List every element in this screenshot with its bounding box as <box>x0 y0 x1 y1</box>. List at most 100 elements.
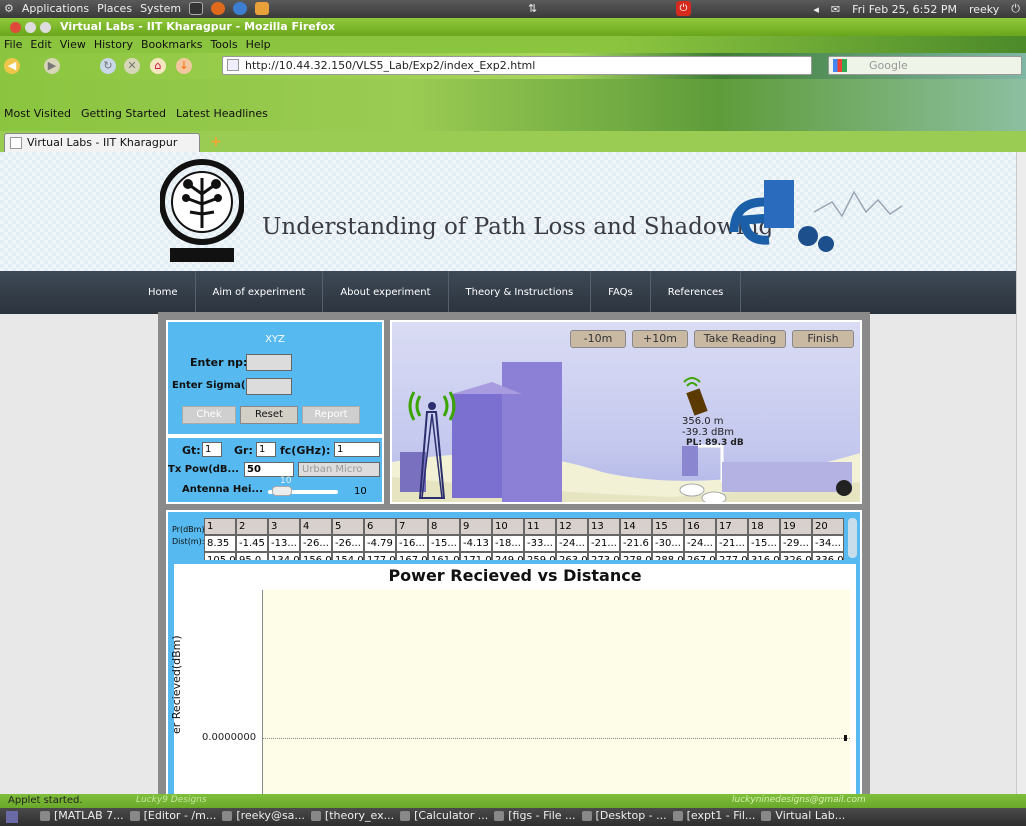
nav-home[interactable]: Home <box>138 271 196 314</box>
system-menu[interactable]: System <box>140 2 181 15</box>
nav-theory[interactable]: Theory & Instructions <box>449 271 592 314</box>
terminal-launcher-icon[interactable] <box>189 2 204 15</box>
table-index-row: 1 2 3 4 5 6 7 8 9 10 11 12 13 14 15 16 17 18 19 20 <box>204 518 844 535</box>
fc-input[interactable]: 1 <box>334 442 380 457</box>
power-indicator-icon[interactable]: ⏻ <box>676 1 691 16</box>
close-window-icon[interactable] <box>10 22 21 33</box>
txpow-input[interactable]: 50 <box>244 462 294 477</box>
show-desktop-icon[interactable] <box>6 811 18 823</box>
readings-table[interactable]: 1 2 3 4 5 6 7 8 9 10 11 12 13 14 15 16 17 18 19 20 8.35 -1.4… <box>204 518 844 560</box>
menu-bookmarks[interactable]: Bookmarks <box>141 38 202 51</box>
nav-about[interactable]: About experiment <box>323 271 449 314</box>
nav-references[interactable]: References <box>651 271 742 314</box>
volume-icon[interactable]: ◂ <box>813 3 819 16</box>
taskbar-item[interactable]: [Desktop - ... <box>581 809 667 822</box>
table-cell: -21... <box>716 535 748 552</box>
firefox-launcher-icon[interactable] <box>211 2 226 15</box>
reload-icon[interactable]: ↻ <box>100 58 116 74</box>
gr-input[interactable]: 1 <box>256 442 276 457</box>
bookmark-getting-started[interactable]: Getting Started <box>81 107 166 120</box>
table-cell: -30... <box>652 535 684 552</box>
table-cell: 15 <box>652 518 684 535</box>
taskbar-item[interactable]: [Calculator ... <box>400 809 488 822</box>
minimize-window-icon[interactable] <box>25 22 36 33</box>
np-input[interactable] <box>246 354 292 371</box>
nav-faqs[interactable]: FAQs <box>591 271 651 314</box>
google-engine-icon[interactable] <box>833 59 847 72</box>
gt-input[interactable]: 1 <box>202 442 222 457</box>
bookmark-most-visited[interactable]: Most Visited <box>4 107 71 120</box>
user-menu[interactable]: reeky <box>969 3 999 16</box>
stop-icon[interactable]: ✕ <box>124 58 140 74</box>
menu-view[interactable]: View <box>60 38 86 51</box>
menu-tools[interactable]: Tools <box>210 38 237 51</box>
menu-history[interactable]: History <box>94 38 133 51</box>
tab-virtual-labs[interactable]: Virtual Labs - IIT Kharagpur <box>4 133 200 152</box>
applications-menu[interactable]: Applications <box>22 2 89 15</box>
table-cell: 17 <box>716 518 748 535</box>
city-scene-illustration <box>392 362 860 502</box>
taskbar-item[interactable]: [expt1 - Fil... <box>672 809 755 822</box>
taskbar-app-icon <box>400 810 411 821</box>
taskbar-item[interactable]: [figs - File ... <box>494 809 576 822</box>
applications-icon[interactable]: ⚙ <box>4 2 14 15</box>
back-icon[interactable]: ◀ <box>4 58 20 74</box>
minus-10m-button[interactable]: -10m <box>570 330 626 348</box>
finish-button[interactable]: Finish <box>792 330 854 348</box>
take-reading-button[interactable]: Take Reading <box>694 330 786 348</box>
search-box[interactable]: Google <box>828 56 1022 75</box>
places-menu[interactable]: Places <box>97 2 132 15</box>
taskbar-item[interactable]: Virtual Lab... <box>761 809 845 822</box>
page-content: Understanding of Path Loss and Shadowing… <box>0 152 1016 794</box>
taskbar-app-icon <box>40 810 50 821</box>
environment-select[interactable]: Urban Micro <box>298 462 380 477</box>
check-button[interactable]: Chek <box>182 406 236 424</box>
plus-10m-button[interactable]: +10m <box>632 330 688 348</box>
forward-icon[interactable]: ▶ <box>44 58 60 74</box>
mail-icon[interactable]: ✉ <box>831 3 840 16</box>
table-cell: 9 <box>460 518 492 535</box>
taskbar-app-icon <box>672 810 683 821</box>
menu-file[interactable]: File <box>4 38 22 51</box>
taskbar-item[interactable]: [theory_ex... <box>310 809 395 822</box>
site-title: Understanding of Path Loss and Shadowing <box>262 214 774 240</box>
reset-button[interactable]: Reset <box>240 406 298 424</box>
user-launcher-icon[interactable] <box>255 2 270 15</box>
table-cell: -18... <box>492 535 524 552</box>
download-icon[interactable]: ↓ <box>176 58 192 74</box>
url-bar[interactable]: http://10.44.32.150/VLS5_Lab/Exp2/index_… <box>222 56 812 75</box>
iit-kharagpur-logo-icon <box>160 159 244 262</box>
taskbar-item[interactable]: [Editor - /m... <box>129 809 216 822</box>
menu-help[interactable]: Help <box>246 38 271 51</box>
network-icon[interactable]: ⇅ <box>528 2 537 15</box>
home-icon[interactable]: ⌂ <box>150 58 166 74</box>
menu-edit[interactable]: Edit <box>30 38 51 51</box>
url-text: http://10.44.32.150/VLS5_Lab/Exp2/index_… <box>245 59 536 72</box>
navigation-toolbar: ◀ ▶ ↻ ✕ ⌂ ↓ http://10.44.32.150/VLS5_Lab… <box>0 53 1026 79</box>
bookmark-latest-headlines[interactable]: Latest Headlines <box>176 107 268 120</box>
help-launcher-icon[interactable] <box>233 2 248 15</box>
virtual-labs-logo-icon <box>729 180 903 252</box>
table-cell: 171.0 <box>460 552 492 560</box>
table-cell: 134.0 <box>268 552 300 560</box>
antenna-slider-thumb[interactable] <box>272 486 292 496</box>
shutdown-icon[interactable]: ⏻ <box>1011 2 1020 16</box>
report-button[interactable]: Report <box>302 406 360 424</box>
status-bar: Applet started. Lucky9 Designs luckynine… <box>0 794 1026 808</box>
table-scrollbar[interactable] <box>848 518 857 558</box>
table-cell: 259.0 <box>524 552 556 560</box>
page-vertical-scrollbar[interactable] <box>1016 152 1026 794</box>
search-placeholder: Google <box>869 59 908 72</box>
taskbar-item[interactable]: [MATLAB 7... <box>40 809 124 822</box>
taskbar-item[interactable]: [reeky@sa... <box>222 809 305 822</box>
taskbar-item-label: [theory_ex... <box>324 809 395 822</box>
table-cell: 16 <box>684 518 716 535</box>
taskbar-app-icon <box>222 810 233 821</box>
table-cell: -4.79 <box>364 535 396 552</box>
sigma-input[interactable] <box>246 378 292 395</box>
clock[interactable]: Fri Feb 25, 6:52 PM <box>852 3 957 16</box>
maximize-window-icon[interactable] <box>40 22 51 33</box>
nav-aim[interactable]: Aim of experiment <box>196 271 324 314</box>
new-tab-icon[interactable]: + <box>210 135 224 149</box>
table-cell: 11 <box>524 518 556 535</box>
